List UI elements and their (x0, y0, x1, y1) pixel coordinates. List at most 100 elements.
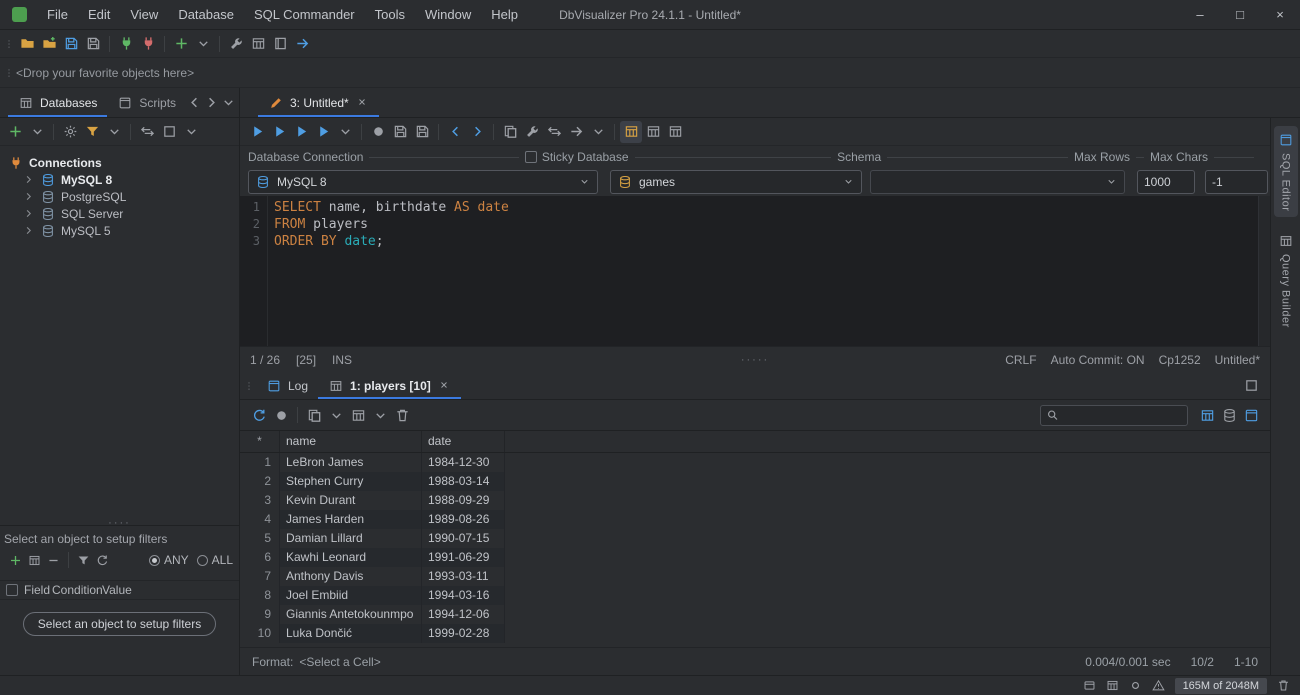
row-number[interactable]: 7 (240, 567, 280, 586)
menu-item-database[interactable]: Database (168, 0, 244, 30)
tree-item-mysql-5[interactable]: MySQL 5 (0, 222, 239, 239)
tabs-menu-icon[interactable] (220, 92, 237, 114)
menu-item-help[interactable]: Help (481, 0, 528, 30)
tree-root-connections[interactable]: Connections (0, 154, 239, 171)
editor-status-item[interactable]: Auto Commit: ON (1051, 353, 1145, 367)
memory-indicator[interactable]: 165M of 2048M (1175, 678, 1267, 694)
table-row[interactable]: 6Kawhi Leonard1991-06-29 (240, 548, 1270, 567)
menu-item-window[interactable]: Window (415, 0, 481, 30)
horizontal-splitter[interactable]: ····· (741, 354, 769, 366)
radio-all[interactable]: ALL (197, 553, 233, 567)
tab-sql-editor[interactable]: 3: Untitled* (258, 88, 379, 117)
row-number[interactable]: 4 (240, 510, 280, 529)
warnings-icon[interactable] (1150, 677, 1167, 694)
remove-filter-icon[interactable] (44, 551, 63, 570)
row-number[interactable]: 9 (240, 605, 280, 624)
row-number[interactable]: 8 (240, 586, 280, 605)
save-as-icon[interactable] (82, 33, 104, 55)
code-line[interactable]: FROM players (274, 216, 1258, 233)
schema-select[interactable] (870, 170, 1125, 194)
chevron-down-icon[interactable] (26, 121, 48, 143)
disconnect-icon[interactable] (137, 33, 159, 55)
run-explain-icon[interactable] (312, 121, 334, 143)
cell[interactable]: 1989-08-26 (422, 510, 505, 529)
apply-filter-icon[interactable] (74, 551, 93, 570)
max-chars-input[interactable] (1205, 170, 1268, 194)
code-line[interactable]: ORDER BY date; (274, 233, 1258, 250)
collapse-all-icon[interactable] (136, 121, 158, 143)
open-file-icon[interactable] (16, 33, 38, 55)
editor-status-item[interactable]: Untitled* (1215, 353, 1260, 367)
text-output-icon[interactable] (664, 121, 686, 143)
max-rows-input[interactable] (1137, 170, 1195, 194)
chart-icon[interactable] (1240, 404, 1262, 426)
cell[interactable]: 1999-02-28 (422, 624, 505, 643)
dock-tab-sql-editor[interactable]: SQL Editor (1274, 126, 1298, 217)
menu-item-edit[interactable]: Edit (78, 0, 120, 30)
editor-scrollbar[interactable] (1258, 196, 1270, 346)
save-icon[interactable] (60, 33, 82, 55)
table-format-icon[interactable] (1196, 404, 1218, 426)
cell[interactable]: 1991-06-29 (422, 548, 505, 567)
save-icon[interactable] (389, 121, 411, 143)
menu-item-view[interactable]: View (120, 0, 168, 30)
chevron-down-icon[interactable] (192, 33, 214, 55)
stop-icon[interactable] (270, 404, 292, 426)
favorites-grip[interactable] (4, 64, 14, 82)
filter-select-all-checkbox[interactable] (6, 584, 18, 596)
close-icon[interactable] (439, 380, 451, 392)
cell[interactable]: LeBron James (280, 453, 422, 472)
grid-output-icon[interactable] (642, 121, 664, 143)
table-row[interactable]: 8Joel Embiid1994-03-16 (240, 586, 1270, 605)
table-data-icon[interactable] (247, 33, 269, 55)
variables-icon[interactable] (543, 121, 565, 143)
connect-icon[interactable] (115, 33, 137, 55)
chevron-down-icon[interactable] (334, 121, 356, 143)
bookmarks-icon[interactable] (269, 33, 291, 55)
chevron-right-icon[interactable] (23, 191, 35, 203)
row-number[interactable]: 10 (240, 624, 280, 643)
cell[interactable]: Anthony Davis (280, 567, 422, 586)
column-header-date[interactable]: date (422, 431, 505, 452)
cell[interactable]: James Harden (280, 510, 422, 529)
results-tab-1-players-10-[interactable]: 1: players [10] (318, 372, 461, 399)
search-input[interactable] (1063, 407, 1182, 423)
dock-tab-query-builder[interactable]: Query Builder (1274, 227, 1298, 334)
row-number[interactable]: 2 (240, 472, 280, 491)
save-as-icon[interactable] (411, 121, 433, 143)
cell[interactable]: Luka Dončić (280, 624, 422, 643)
connection-select[interactable]: MySQL 8 (248, 170, 598, 194)
cell[interactable]: 1993-03-11 (422, 567, 505, 586)
new-file-icon[interactable] (38, 33, 60, 55)
duplicate-filter-icon[interactable] (25, 551, 44, 570)
table-row[interactable]: 7Anthony Davis1993-03-11 (240, 567, 1270, 586)
grid-view-icon[interactable] (347, 404, 369, 426)
chevron-down-icon[interactable] (103, 121, 125, 143)
results-grip[interactable] (244, 377, 254, 395)
connection-status-icon[interactable] (1127, 677, 1144, 694)
cell[interactable]: 1988-09-29 (422, 491, 505, 510)
copy-icon[interactable] (303, 404, 325, 426)
table-row[interactable]: 10Luka Dončić1999-02-28 (240, 624, 1270, 643)
cell[interactable]: 1994-03-16 (422, 586, 505, 605)
row-number[interactable]: 3 (240, 491, 280, 510)
max-rows-toggle[interactable] (620, 121, 642, 143)
export-grid-icon[interactable] (1218, 404, 1240, 426)
run-current-icon[interactable] (290, 121, 312, 143)
cell[interactable]: 1988-03-14 (422, 472, 505, 491)
row-number[interactable]: 1 (240, 453, 280, 472)
add-filter-icon[interactable] (6, 551, 25, 570)
code-area[interactable]: SELECT name, birthdate AS dateFROM playe… (268, 196, 1258, 346)
tab-scripts[interactable]: Scripts (107, 88, 186, 117)
create-connection-icon[interactable] (170, 33, 192, 55)
radio-any[interactable]: ANY (149, 553, 189, 567)
stop-icon[interactable] (367, 121, 389, 143)
sidebar-splitter[interactable]: ···· (0, 517, 239, 529)
tree-item-postgresql[interactable]: PostgreSQL (0, 188, 239, 205)
snippets-icon[interactable] (499, 121, 521, 143)
sticky-database-checkbox[interactable] (525, 151, 537, 163)
add-connection-icon[interactable] (4, 121, 26, 143)
toolbar-grip[interactable] (4, 35, 14, 53)
tree-item-mysql-8[interactable]: MySQL 8 (0, 171, 239, 188)
run-icon[interactable] (246, 121, 268, 143)
